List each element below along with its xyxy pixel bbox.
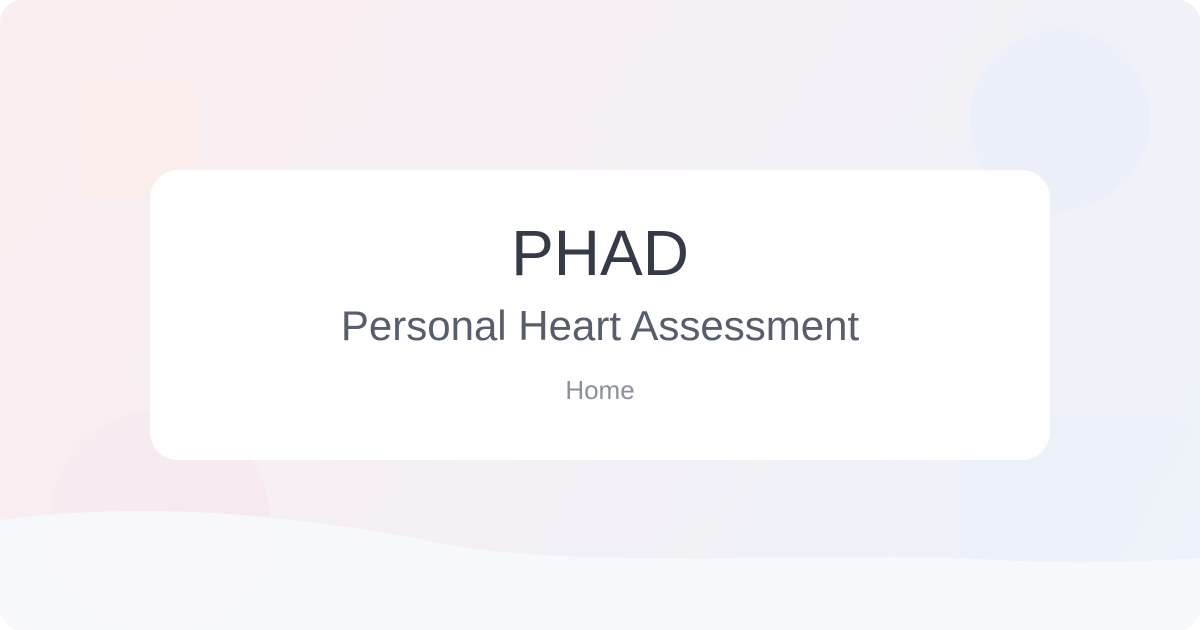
home-link[interactable]: Home [0,375,1200,405]
page-subtitle: Personal Heart Assessment [340,302,860,349]
page-title: PHAD [511,217,689,289]
page-background: PHAD Personal Heart Assessment Home [0,0,1200,630]
decorative-wave [0,510,1200,630]
